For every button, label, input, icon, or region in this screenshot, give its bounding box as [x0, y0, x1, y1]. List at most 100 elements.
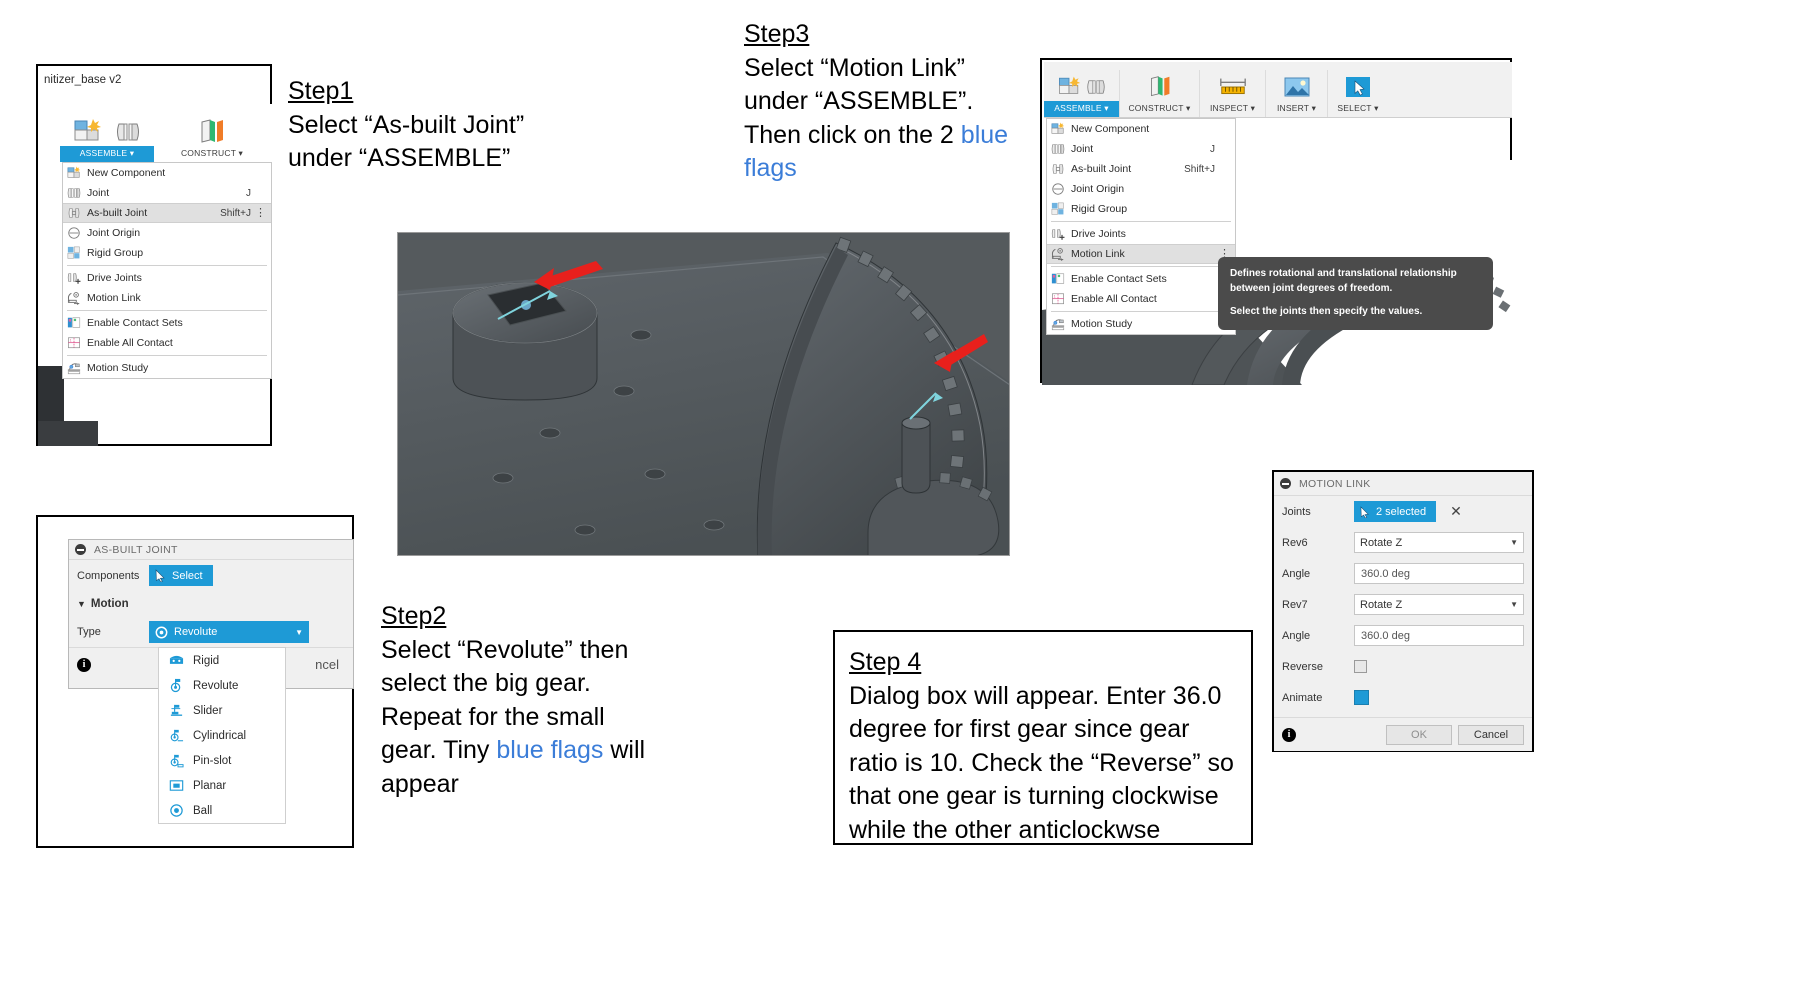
chevron-down-icon: ▼	[1510, 600, 1518, 609]
type-option-planar[interactable]: Planar	[159, 773, 285, 798]
menu-item-label: Motion Study	[87, 362, 149, 374]
ribbon-tab-construct-label: CONSTRUCT ▾	[180, 148, 244, 158]
rev7-combo[interactable]: Rotate Z ▼	[1354, 594, 1524, 615]
menu-item-new-component[interactable]: New Component	[1047, 119, 1235, 139]
collapse-icon[interactable]	[1280, 478, 1291, 489]
components-label: Components	[77, 569, 140, 582]
ribbon-tab-construct[interactable]: CONSTRUCT ▾	[154, 115, 258, 162]
cancel-button[interactable]: Cancel	[1458, 724, 1524, 745]
menu-separator	[1051, 311, 1231, 312]
enable-all-contact-icon: 1	[67, 336, 81, 350]
construct-icon	[1120, 73, 1199, 101]
menu-separator	[1051, 266, 1231, 267]
planar-icon	[169, 778, 184, 793]
motion-link-rows: Joints 2 selected ✕ Rev6 Rotate Z ▼ Angle 360.0…	[1274, 496, 1532, 713]
chevron-down-icon: ▼	[1510, 538, 1518, 547]
menu-item-motion-link[interactable]: Motion Link ⋮	[1047, 244, 1235, 264]
ribbon-tab-assemble-label: ASSEMBLE ▾	[60, 146, 154, 162]
menu-list: New Component Joint J As-built Joint Shift+J…	[63, 163, 271, 378]
enable-contact-sets-icon	[1051, 272, 1065, 286]
model-viewport[interactable]	[397, 232, 1010, 556]
step2-line-4c: will	[603, 736, 646, 764]
reverse-checkbox[interactable]	[1354, 660, 1367, 673]
enable-contact-sets-icon	[67, 316, 81, 330]
ribbon-tab-assemble[interactable]: ASSEMBLE ▾	[60, 115, 154, 162]
components-select-button[interactable]: Select	[149, 565, 213, 586]
angle-input-4[interactable]: 360.0 deg	[1354, 625, 1524, 646]
menu-item-shortcut: J	[246, 187, 251, 199]
type-option-slider[interactable]: Slider	[159, 698, 285, 723]
step2-line-5: appear	[381, 769, 459, 798]
type-combo[interactable]: Revolute ▼	[149, 621, 309, 643]
menu-item-joint[interactable]: Joint J	[1047, 139, 1235, 159]
motion-link-row-animate-6: Animate	[1274, 682, 1532, 713]
menu-item-motion-link[interactable]: Motion Link	[63, 288, 271, 308]
menu-item-drive-joints[interactable]: Drive Joints	[1047, 224, 1235, 244]
step3-line-3a: Then click on the 2	[744, 120, 961, 149]
type-option-rigid[interactable]: Rigid	[159, 648, 285, 673]
rev6-combo[interactable]: Rotate Z ▼	[1354, 532, 1524, 553]
fusion-panel-assemble-menu: nitizer_base v2 ASSEMBLE ▾ CONSTRUCT ▾ N…	[36, 64, 272, 446]
new-component-icon	[1051, 122, 1065, 136]
step2-line-3: Repeat for the small	[381, 702, 605, 731]
chevron-down-icon: ▼	[295, 627, 303, 637]
type-value: Revolute	[174, 626, 218, 638]
menu-item-motion-study[interactable]: Motion Study	[63, 358, 271, 378]
ok-button[interactable]: OK	[1386, 724, 1452, 745]
ribbon-tab-construct-3[interactable]: CONSTRUCT ▾	[1120, 70, 1200, 117]
step3-line-2: under “ASSEMBLE”.	[744, 87, 974, 115]
menu-item-drive-joints[interactable]: Drive Joints	[63, 268, 271, 288]
menu-item-enable-contact-sets[interactable]: Enable Contact Sets	[63, 313, 271, 333]
menu-item-joint-origin[interactable]: Joint Origin	[1047, 179, 1235, 199]
ribbon-tab-select[interactable]: SELECT ▾	[1328, 70, 1388, 117]
menu-item-shortcut: Shift+J	[220, 207, 251, 219]
motion-link-row-rev7-3: Rev7 Rotate Z ▼	[1274, 589, 1532, 620]
menu-item-motion-study[interactable]: Motion Study	[1047, 314, 1235, 334]
angle-input-2[interactable]: 360.0 deg	[1354, 563, 1524, 584]
step4-box: Step 4 Dialog box will appear. Enter 36.…	[833, 630, 1253, 845]
collapse-icon[interactable]	[75, 544, 86, 555]
menu-item-enable-contact-sets[interactable]: Enable Contact Sets	[1047, 269, 1235, 289]
overflow-icon[interactable]: ⋮	[255, 208, 266, 219]
ribbon-tab-insert[interactable]: INSERT ▾	[1266, 70, 1328, 117]
step2-title: Step2	[381, 602, 447, 630]
menu-item-label: Rigid Group	[1071, 203, 1128, 215]
as-built-joint-dialog-header: AS-BUILT JOINT	[69, 540, 353, 560]
as-built-joint-icon	[67, 206, 81, 220]
drive-joints-icon	[67, 271, 81, 285]
cursor-icon	[155, 569, 165, 582]
menu-item-as-built-joint[interactable]: As-built Joint Shift+J ⋮	[63, 203, 271, 223]
joints-selected-button[interactable]: 2 selected	[1354, 501, 1437, 522]
slider-icon	[169, 703, 184, 718]
type-option-pin-slot[interactable]: Pin-slot	[159, 748, 285, 773]
type-options-list: Rigid Revolute Slider Cylindrical Pin-slot Pl…	[159, 648, 285, 823]
menu-item-shortcut: Shift+J	[1184, 163, 1215, 175]
svg-text:1: 1	[70, 339, 72, 343]
joints-selected-label: 2 selected	[1376, 505, 1427, 518]
menu-item-shortcut: J	[1210, 143, 1215, 155]
menu-item-enable-all-contact[interactable]: 1 Enable All Contact	[1047, 289, 1235, 309]
menu-item-new-component[interactable]: New Component	[63, 163, 271, 183]
menu-item-joint[interactable]: Joint J	[63, 183, 271, 203]
motion-link-row-label: Joints	[1282, 505, 1311, 518]
info-icon[interactable]: i	[1282, 727, 1296, 742]
motion-link-row-label: Rev7	[1282, 598, 1308, 611]
model-edge-decoration-2	[38, 421, 98, 446]
clear-selection-icon[interactable]: ✕	[1450, 503, 1462, 520]
motion-section-row[interactable]: ▼ Motion	[69, 591, 353, 617]
info-icon[interactable]: i	[77, 657, 91, 672]
type-option-ball[interactable]: Ball	[159, 798, 285, 823]
joint-icon	[1086, 80, 1105, 94]
type-option-cylindrical[interactable]: Cylindrical	[159, 723, 285, 748]
menu-item-joint-origin[interactable]: Joint Origin	[63, 223, 271, 243]
menu-item-rigid-group[interactable]: Rigid Group	[1047, 199, 1235, 219]
menu-item-enable-all-contact[interactable]: 1 Enable All Contact	[63, 333, 271, 353]
type-option-revolute[interactable]: Revolute	[159, 673, 285, 698]
menu-item-as-built-joint[interactable]: As-built Joint Shift+J	[1047, 159, 1235, 179]
ribbon-tab-inspect[interactable]: INSPECT ▾	[1200, 70, 1266, 117]
menu-item-rigid-group[interactable]: Rigid Group	[63, 243, 271, 263]
joint-icon	[117, 123, 139, 141]
cancel-button[interactable]: ncel	[315, 657, 345, 672]
ribbon-tab-assemble-3[interactable]: ASSEMBLE ▾	[1044, 70, 1120, 117]
animate-checkbox[interactable]	[1354, 690, 1369, 705]
